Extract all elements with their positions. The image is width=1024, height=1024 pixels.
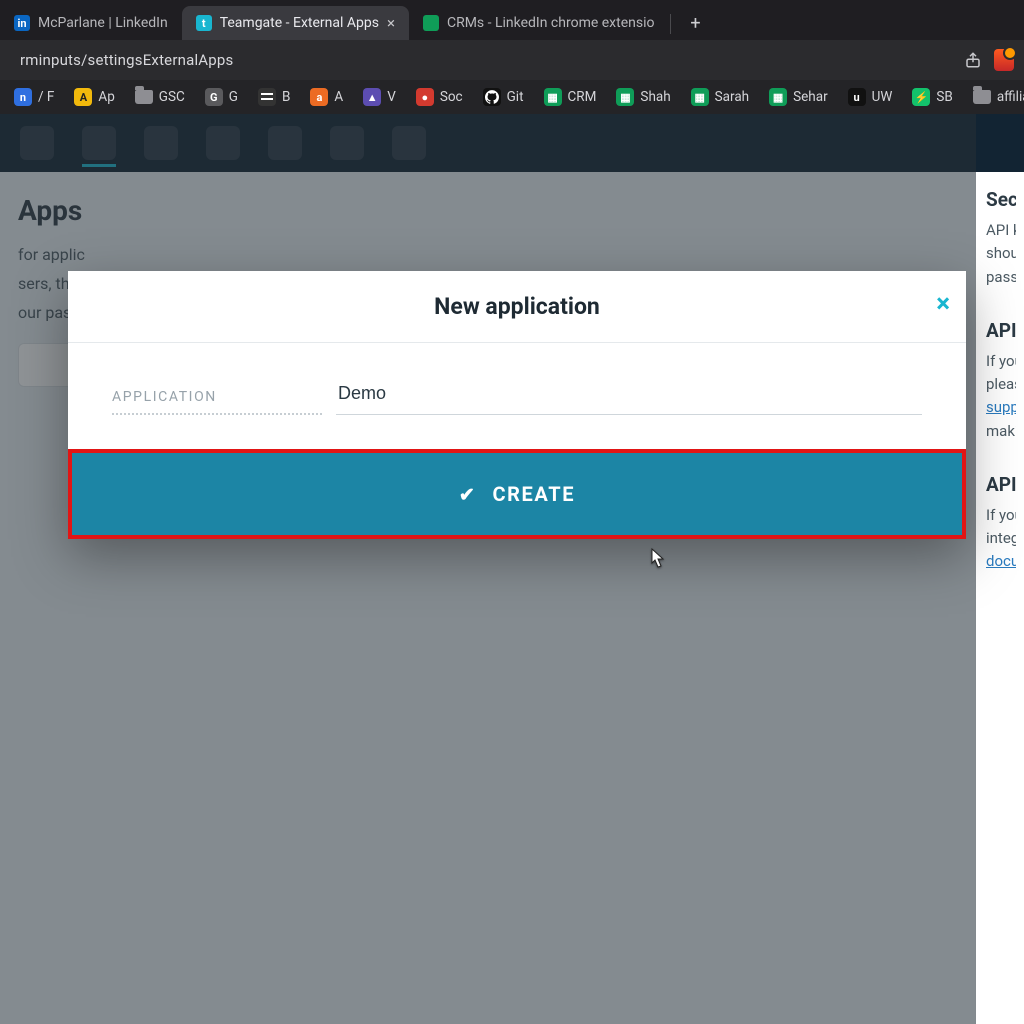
bookmark-soc[interactable]: ●Soc (410, 85, 469, 109)
sidebar-heading: API (986, 319, 1016, 342)
sidebar-heading: API (986, 473, 1016, 496)
tab-title: McParlane | LinkedIn (38, 15, 168, 31)
page-sidebar: Secu API k shou passw API If you pleas s… (976, 172, 1024, 1024)
close-icon[interactable]: × (387, 14, 395, 32)
stack-icon (258, 88, 276, 106)
bookmark-shah[interactable]: ▦Shah (610, 85, 676, 109)
sidebar-block-security: Secu API k shou passw (976, 172, 1024, 303)
bookmark-icon: G (205, 88, 223, 106)
bookmark-icon: a (310, 88, 328, 106)
bookmark-sarah[interactable]: ▦Sarah (685, 85, 755, 109)
sheets-icon: ▦ (769, 88, 787, 106)
linkedin-icon: in (14, 15, 30, 31)
address-bar: rminputs/settingsExternalApps (0, 40, 1024, 80)
sheets-icon: ▦ (616, 88, 634, 106)
check-icon: ✔ (459, 483, 477, 506)
bookmark-icon: ▲ (363, 88, 381, 106)
bookmark-git[interactable]: Git (477, 85, 530, 109)
close-icon[interactable]: × (936, 291, 950, 317)
application-name-input[interactable] (336, 379, 922, 415)
teamgate-icon: t (196, 15, 212, 31)
tab-bar: in McParlane | LinkedIn t Teamgate - Ext… (0, 0, 1024, 40)
bookmark-f[interactable]: n/ F (8, 85, 60, 109)
bookmark-sehar[interactable]: ▦Sehar (763, 85, 834, 109)
bookmark-sb[interactable]: ⚡SB (906, 85, 958, 109)
share-icon[interactable] (962, 49, 984, 71)
create-button-label: CREATE (492, 482, 575, 506)
tab-title: Teamgate - External Apps (220, 15, 379, 31)
bookmark-icon: u (848, 88, 866, 106)
folder-icon (135, 90, 153, 104)
app-viewport: Apps for applic sers, the our passw ent … (0, 114, 1024, 1024)
modal-body: APPLICATION (68, 343, 966, 449)
bookmark-icon: A (74, 88, 92, 106)
bookmark-gsc[interactable]: GSC (129, 86, 191, 108)
sidebar-heading: Secu (986, 188, 1016, 211)
bookmark-icon: ● (416, 88, 434, 106)
bookmark-uw[interactable]: uUW (842, 85, 899, 109)
modal-backdrop (0, 114, 976, 1024)
bookmark-ap[interactable]: AAp (68, 85, 120, 109)
sheets-icon (423, 15, 439, 31)
sheets-icon: ▦ (691, 88, 709, 106)
create-button[interactable]: ✔ CREATE (68, 449, 966, 539)
modal-title: New application (434, 293, 600, 320)
modal-header: New application × (68, 271, 966, 343)
sidebar-block-api1: API If you pleas supp maki (976, 303, 1024, 457)
tab-linkedin[interactable]: in McParlane | LinkedIn (0, 6, 182, 40)
tab-crms[interactable]: CRMs - LinkedIn chrome extensio (409, 6, 669, 40)
bookmark-crm[interactable]: ▦CRM (538, 85, 603, 109)
bookmark-a[interactable]: aA (304, 85, 349, 109)
bookmark-icon: n (14, 88, 32, 106)
tab-title: CRMs - LinkedIn chrome extensio (447, 15, 655, 31)
browser-chrome: in McParlane | LinkedIn t Teamgate - Ext… (0, 0, 1024, 1024)
bookmark-g[interactable]: GG (199, 85, 244, 109)
brave-shield-icon[interactable] (994, 49, 1014, 71)
bookmark-affiliates[interactable]: affiliates (967, 86, 1024, 108)
sidebar-block-api2: API If you integ docu (976, 457, 1024, 588)
bookmark-b[interactable]: B (252, 85, 296, 109)
tab-teamgate[interactable]: t Teamgate - External Apps × (182, 6, 409, 40)
folder-icon (973, 90, 991, 104)
tab-divider (670, 14, 671, 34)
bookmark-v[interactable]: ▲V (357, 85, 402, 109)
sheets-icon: ▦ (544, 88, 562, 106)
new-tab-button[interactable]: + (681, 9, 709, 37)
field-label-application: APPLICATION (112, 389, 322, 415)
sidebar-link[interactable]: supp (986, 398, 1016, 416)
lightning-icon: ⚡ (912, 88, 930, 106)
url-field[interactable]: rminputs/settingsExternalApps (10, 45, 952, 75)
sidebar-link[interactable]: docu (986, 552, 1016, 570)
bookmarks-bar: n/ F AAp GSC GG B aA ▲V ●Soc Git ▦CRM ▦S… (0, 80, 1024, 114)
github-icon (483, 88, 501, 106)
new-application-modal: New application × APPLICATION ✔ CREATE (68, 271, 966, 539)
